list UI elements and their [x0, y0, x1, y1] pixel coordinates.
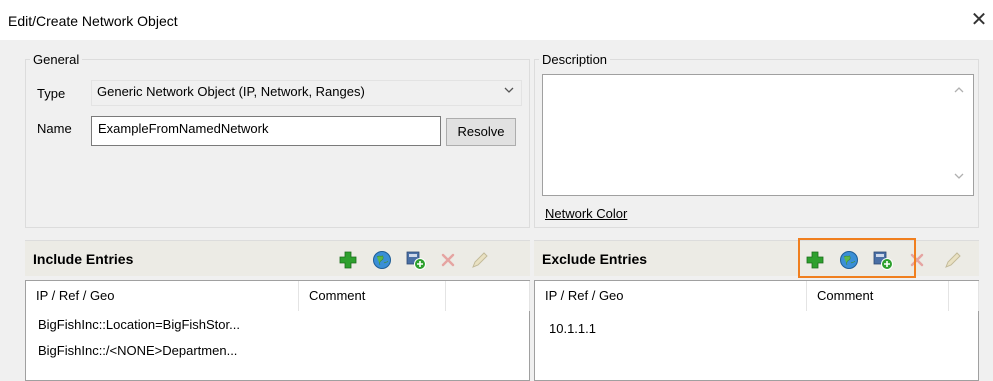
exclude-entries-title: Exclude Entries	[542, 251, 648, 267]
exclude-col-comment[interactable]: Comment	[807, 281, 949, 311]
table-row[interactable]: BigFishInc::/<NONE>Departmen...	[38, 343, 438, 365]
name-input[interactable]: ExampleFromNamedNetwork	[91, 116, 441, 146]
exclude-col-empty	[949, 281, 979, 311]
description-textarea[interactable]	[542, 74, 974, 196]
title-bar: Edit/Create Network Object ✕	[0, 0, 993, 40]
add-object-icon[interactable]	[405, 249, 427, 271]
network-color-link[interactable]: Network Color	[545, 206, 627, 221]
edit-icon[interactable]	[942, 249, 964, 271]
highlight-box	[798, 238, 916, 278]
window-title: Edit/Create Network Object	[8, 13, 178, 29]
resolve-button[interactable]: Resolve	[446, 118, 516, 146]
type-label: Type	[37, 86, 66, 101]
include-entries-title: Include Entries	[33, 251, 134, 267]
edit-icon[interactable]	[469, 249, 491, 271]
include-row-ip: BigFishInc::/<NONE>Departmen...	[38, 343, 238, 358]
table-row[interactable]: 10.1.1.1	[549, 321, 789, 343]
exclude-entries-list[interactable]: IP / Ref / Geo Comment 10.1.1.1	[534, 280, 979, 381]
include-row-ip: BigFishInc::Location=BigFishStor...	[38, 317, 240, 332]
type-select[interactable]: Generic Network Object (IP, Network, Ran…	[91, 80, 522, 106]
close-button[interactable]: ✕	[970, 9, 988, 31]
scroll-up-icon[interactable]	[953, 85, 965, 95]
include-col-empty	[446, 281, 530, 311]
general-legend: General	[33, 52, 80, 67]
chevron-down-icon	[504, 87, 514, 93]
include-entries-list[interactable]: IP / Ref / Geo Comment BigFishInc::Locat…	[25, 280, 530, 381]
include-col-comment[interactable]: Comment	[299, 281, 446, 311]
include-entries-header: Include Entries	[25, 240, 530, 276]
close-icon: ✕	[970, 9, 988, 31]
exclude-col-ip[interactable]: IP / Ref / Geo	[535, 281, 807, 311]
name-input-value: ExampleFromNamedNetwork	[98, 121, 269, 136]
globe-icon[interactable]	[371, 249, 393, 271]
exclude-row-ip: 10.1.1.1	[549, 321, 596, 336]
include-col-ip[interactable]: IP / Ref / Geo	[26, 281, 299, 311]
delete-icon[interactable]	[437, 249, 459, 271]
description-legend: Description	[542, 52, 608, 67]
scroll-down-icon[interactable]	[953, 171, 965, 181]
add-icon[interactable]	[337, 249, 359, 271]
table-row[interactable]: BigFishInc::Location=BigFishStor...	[38, 317, 438, 339]
name-label: Name	[37, 121, 72, 136]
type-select-value: Generic Network Object (IP, Network, Ran…	[97, 84, 365, 99]
